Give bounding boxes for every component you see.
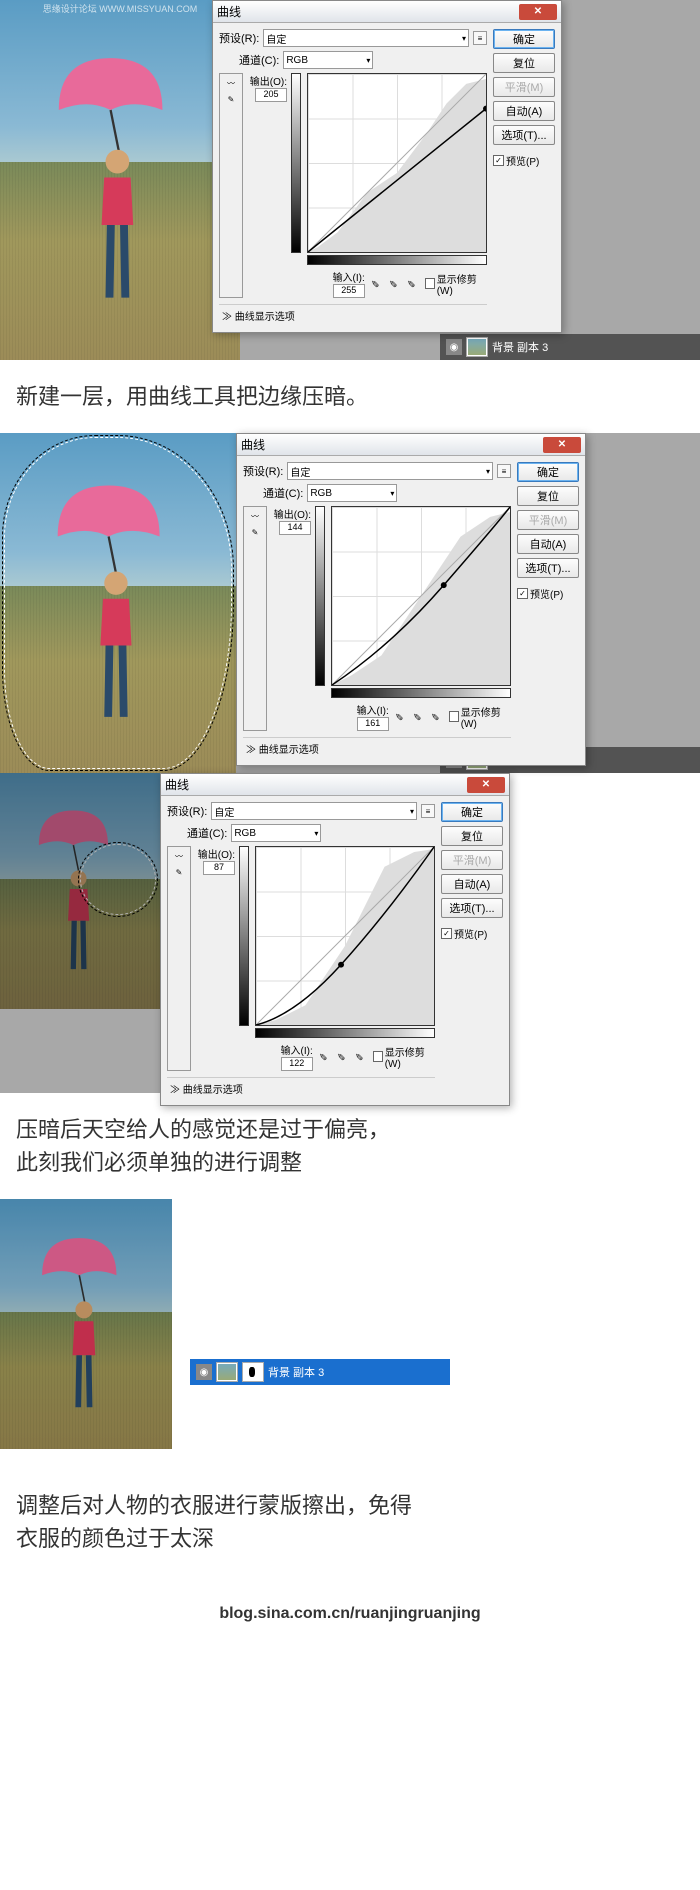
curves-dialog-1: 曲线 ✕ 预设(R): 自定 ≡ 通道(C): RGB 〰 ✎ xyxy=(212,0,562,333)
eyedropper-gray-icon[interactable] xyxy=(413,710,425,724)
curve-tool-icon[interactable]: 〰 xyxy=(246,509,264,523)
preset-select[interactable]: 自定 xyxy=(287,462,493,480)
layer-thumb[interactable] xyxy=(466,337,488,357)
channel-select[interactable]: RGB xyxy=(283,51,373,69)
preset-menu-icon[interactable]: ≡ xyxy=(421,804,435,818)
eyedropper-white-icon[interactable] xyxy=(431,710,443,724)
smooth-button: 平滑(M) xyxy=(441,850,503,870)
dialog-titlebar[interactable]: 曲线 ✕ xyxy=(213,1,561,23)
cancel-button[interactable]: 复位 xyxy=(517,486,579,506)
clip-checkbox[interactable] xyxy=(373,1051,383,1062)
selection-marquee xyxy=(4,437,232,769)
layers-strip-4[interactable]: ◉ 背景 副本 3 xyxy=(190,1359,450,1385)
person-icon xyxy=(91,108,144,342)
close-icon[interactable]: ✕ xyxy=(519,4,557,20)
eyedropper-gray-icon[interactable] xyxy=(337,1050,349,1064)
layer-name[interactable]: 背景 副本 3 xyxy=(492,339,548,355)
output-value[interactable]: 144 xyxy=(279,521,311,535)
smooth-button: 平滑(M) xyxy=(493,77,555,97)
auto-button[interactable]: 自动(A) xyxy=(517,534,579,554)
curves-dialog-2: 曲线✕ 预设(R):自定≡ 通道(C):RGB 〰✎ 输出(O):144 xyxy=(236,433,586,766)
pencil-tool-icon[interactable]: ✎ xyxy=(170,865,188,879)
layers-strip-1: ◉ 背景 副本 3 xyxy=(440,334,700,360)
gradient-v xyxy=(291,73,301,253)
photo-1: 思缘设计论坛 WWW.MISSYUAN.COM xyxy=(0,0,240,360)
output-value[interactable]: 205 xyxy=(255,88,287,102)
preview-checkbox[interactable]: ✓ xyxy=(441,928,452,939)
output-value[interactable]: 87 xyxy=(203,861,235,875)
visibility-icon[interactable]: ◉ xyxy=(446,339,462,355)
curve-tool-icon[interactable]: 〰 xyxy=(170,849,188,863)
photo-3 xyxy=(0,773,160,1009)
options-button[interactable]: 选项(T)... xyxy=(517,558,579,578)
eyedropper-white-icon[interactable] xyxy=(407,277,419,291)
close-icon[interactable]: ✕ xyxy=(467,777,505,793)
curve-graph[interactable] xyxy=(331,506,511,686)
footer-url: blog.sina.com.cn/ruanjingruanjing xyxy=(0,1575,700,1633)
input-value[interactable]: 122 xyxy=(281,1057,313,1071)
preset-menu-icon[interactable]: ≡ xyxy=(497,464,511,478)
preset-menu-icon[interactable]: ≡ xyxy=(473,31,487,45)
preset-select[interactable]: 自定 xyxy=(263,29,469,47)
clip-checkbox[interactable] xyxy=(425,278,435,289)
dialog-title: 曲线 xyxy=(217,3,519,20)
channel-select[interactable]: RGB xyxy=(231,824,321,842)
options-button[interactable]: 选项(T)... xyxy=(441,898,503,918)
eyedropper-black-icon[interactable] xyxy=(395,710,407,724)
cancel-button[interactable]: 复位 xyxy=(493,53,555,73)
curve-display-options[interactable]: 曲线显示选项 xyxy=(219,304,487,326)
channel-label: 通道(C): xyxy=(239,52,279,68)
clip-checkbox[interactable] xyxy=(449,711,459,722)
preview-checkbox[interactable]: ✓ xyxy=(517,588,528,599)
cancel-button[interactable]: 复位 xyxy=(441,826,503,846)
preview-checkbox[interactable]: ✓ xyxy=(493,155,504,166)
eyedropper-white-icon[interactable] xyxy=(355,1050,367,1064)
options-button[interactable]: 选项(T)... xyxy=(493,125,555,145)
auto-button[interactable]: 自动(A) xyxy=(493,101,555,121)
pencil-tool-icon[interactable]: ✎ xyxy=(222,92,240,106)
input-value[interactable]: 161 xyxy=(357,717,389,731)
curve-tools: 〰 ✎ xyxy=(219,73,243,298)
photo-2 xyxy=(0,433,236,773)
visibility-icon[interactable]: ◉ xyxy=(196,1364,212,1380)
auto-button[interactable]: 自动(A) xyxy=(441,874,503,894)
layer-thumb[interactable] xyxy=(216,1362,238,1382)
curve-graph[interactable] xyxy=(307,73,487,253)
eyedropper-black-icon[interactable] xyxy=(371,277,383,291)
caption-3: 调整后对人物的衣服进行蒙版擦出，免得 衣服的颜色过于太深 xyxy=(0,1449,700,1575)
curve-tool-icon[interactable]: 〰 xyxy=(222,76,240,90)
mask-thumb[interactable] xyxy=(242,1362,264,1382)
caption-1: 新建一层，用曲线工具把边缘压暗。 xyxy=(0,360,700,433)
watermark: 思缘设计论坛 WWW.MISSYUAN.COM xyxy=(43,2,198,15)
selection-marquee xyxy=(80,844,156,915)
preset-select[interactable]: 自定 xyxy=(211,802,417,820)
pencil-tool-icon[interactable]: ✎ xyxy=(246,525,264,539)
channel-select[interactable]: RGB xyxy=(307,484,397,502)
ok-button[interactable]: 确定 xyxy=(493,29,555,49)
output-group: 输出(O): 205 xyxy=(247,73,287,298)
preset-label: 预设(R): xyxy=(219,30,259,46)
ok-button[interactable]: 确定 xyxy=(441,802,503,822)
gradient-h xyxy=(307,255,487,265)
close-icon[interactable]: ✕ xyxy=(543,437,581,453)
photo-4 xyxy=(0,1199,172,1449)
caption-2: 压暗后天空给人的感觉还是过于偏亮， 此刻我们必须单独的进行调整 xyxy=(0,1093,700,1199)
curves-dialog-3: 曲线✕ 预设(R):自定≡ 通道(C):RGB 〰✎ 输出(O):87 xyxy=(160,773,510,1106)
ok-button[interactable]: 确定 xyxy=(517,462,579,482)
eyedropper-gray-icon[interactable] xyxy=(389,277,401,291)
input-value[interactable]: 255 xyxy=(333,284,365,298)
smooth-button: 平滑(M) xyxy=(517,510,579,530)
curve-graph[interactable] xyxy=(255,846,435,1026)
eyedropper-black-icon[interactable] xyxy=(319,1050,331,1064)
